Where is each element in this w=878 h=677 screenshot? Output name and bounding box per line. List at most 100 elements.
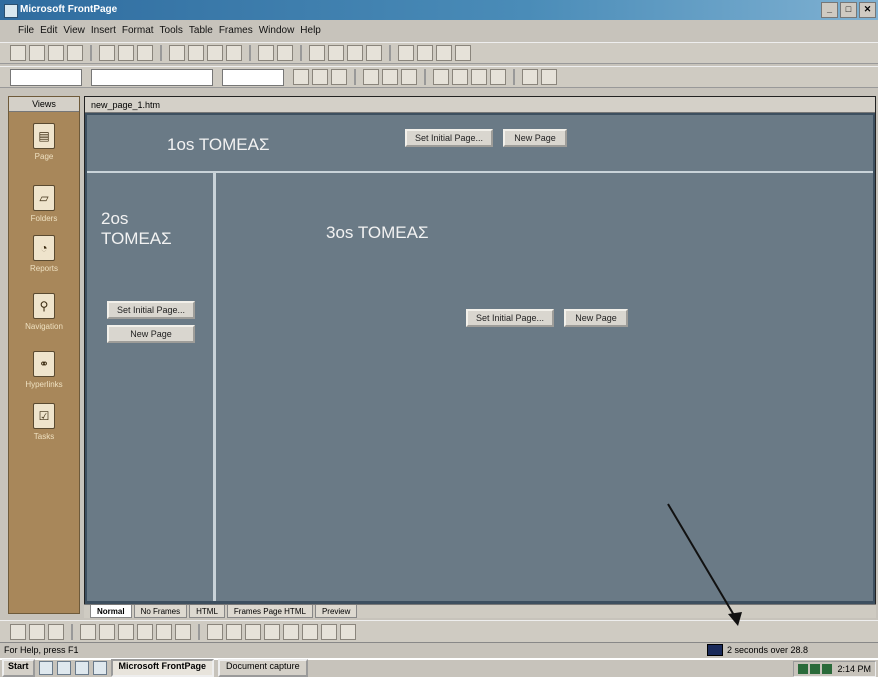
- font-color-icon[interactable]: [541, 69, 557, 85]
- format-painter-icon[interactable]: [226, 45, 242, 61]
- views-item-reports[interactable]: ◔ Reports: [9, 231, 79, 291]
- line-color-icon[interactable]: [226, 623, 242, 640]
- select-objects-icon[interactable]: [29, 623, 45, 640]
- close-button[interactable]: ✕: [859, 2, 876, 18]
- bullets-icon[interactable]: [452, 69, 468, 85]
- cut-icon[interactable]: [169, 45, 185, 61]
- quick-launch-outlook-icon[interactable]: [74, 661, 89, 675]
- insert-table-icon[interactable]: [328, 45, 344, 61]
- new-page-button[interactable]: New Page: [564, 309, 628, 327]
- rectangle-icon[interactable]: [118, 623, 134, 640]
- tray-icon[interactable]: [810, 664, 821, 674]
- tab-no-frames[interactable]: No Frames: [133, 605, 188, 618]
- views-item-navigation[interactable]: ⚲ Navigation: [9, 289, 79, 349]
- start-button[interactable]: Start: [2, 659, 35, 677]
- maximize-button[interactable]: □: [840, 2, 857, 18]
- frame-main[interactable]: 3os TOMEAΣ Set Initial Page... New Page: [216, 173, 873, 601]
- paste-icon[interactable]: [207, 45, 223, 61]
- menu-window[interactable]: Window: [259, 22, 295, 40]
- redo-icon[interactable]: [277, 45, 293, 61]
- print-icon[interactable]: [99, 45, 115, 61]
- document-tab[interactable]: new_page_1.htm: [85, 97, 875, 113]
- insert-component-icon[interactable]: [309, 45, 325, 61]
- page-view-icon: ▤: [33, 123, 55, 149]
- tray-icon[interactable]: [822, 664, 833, 674]
- font-size-dropdown[interactable]: [222, 68, 284, 86]
- numbering-icon[interactable]: [433, 69, 449, 85]
- 3d-icon[interactable]: [340, 623, 356, 640]
- menu-file[interactable]: File: [18, 22, 34, 40]
- save-icon[interactable]: [48, 45, 64, 61]
- line-style-icon[interactable]: [264, 623, 280, 640]
- arrow-icon[interactable]: [99, 623, 115, 640]
- preview-icon[interactable]: [118, 45, 134, 61]
- app-icon[interactable]: [4, 4, 18, 18]
- increase-indent-icon[interactable]: [490, 69, 506, 85]
- help-icon[interactable]: [455, 45, 471, 61]
- set-initial-page-button[interactable]: Set Initial Page...: [405, 129, 493, 147]
- bold-icon[interactable]: [293, 69, 309, 85]
- align-center-icon[interactable]: [382, 69, 398, 85]
- quick-launch-channels-icon[interactable]: [92, 661, 107, 675]
- draw-icon[interactable]: [10, 623, 26, 640]
- oval-icon[interactable]: [137, 623, 153, 640]
- tab-normal[interactable]: Normal: [90, 605, 132, 618]
- tray-icon[interactable]: [798, 664, 809, 674]
- menu-help[interactable]: Help: [300, 22, 321, 40]
- stop-icon[interactable]: [417, 45, 433, 61]
- insert-image-icon[interactable]: [347, 45, 363, 61]
- spelling-icon[interactable]: [137, 45, 153, 61]
- publish-icon[interactable]: [67, 45, 83, 61]
- new-page-button[interactable]: New Page: [503, 129, 567, 147]
- frame-top[interactable]: 1os TOMEAΣ Set Initial Page... New Page: [87, 115, 873, 173]
- tab-preview[interactable]: Preview: [314, 605, 358, 618]
- style-dropdown[interactable]: [10, 68, 82, 86]
- status-text: For Help, press F1: [4, 645, 79, 655]
- menu-insert[interactable]: Insert: [91, 22, 116, 40]
- minimize-button[interactable]: _: [821, 2, 838, 18]
- hyperlink-icon[interactable]: [366, 45, 382, 61]
- menu-frames[interactable]: Frames: [219, 22, 253, 40]
- menu-table[interactable]: Table: [189, 22, 213, 40]
- align-left-icon[interactable]: [363, 69, 379, 85]
- copy-icon[interactable]: [188, 45, 204, 61]
- align-right-icon[interactable]: [401, 69, 417, 85]
- line-icon[interactable]: [80, 623, 96, 640]
- new-page-button[interactable]: New Page: [107, 325, 195, 343]
- views-item-hyperlinks[interactable]: ⚭ Hyperlinks: [9, 347, 79, 407]
- menu-tools[interactable]: Tools: [160, 22, 183, 40]
- tab-html[interactable]: HTML: [189, 605, 225, 618]
- wordart-icon[interactable]: [175, 623, 191, 640]
- refresh-icon[interactable]: [398, 45, 414, 61]
- menu-view[interactable]: View: [63, 22, 85, 40]
- task-document-capture[interactable]: Document capture: [218, 659, 308, 677]
- tab-frames-page-html[interactable]: Frames Page HTML: [226, 605, 313, 618]
- quick-launch-ie-icon[interactable]: [56, 661, 71, 675]
- decrease-indent-icon[interactable]: [471, 69, 487, 85]
- views-item-page[interactable]: ▤ Page: [9, 119, 79, 179]
- menu-edit[interactable]: Edit: [40, 22, 57, 40]
- underline-icon[interactable]: [331, 69, 347, 85]
- task-frontpage[interactable]: Microsoft FrontPage: [110, 659, 215, 677]
- open-icon[interactable]: [29, 45, 45, 61]
- menu-format[interactable]: Format: [122, 22, 154, 40]
- autoshapes-icon[interactable]: [48, 623, 64, 640]
- italic-icon[interactable]: [312, 69, 328, 85]
- dash-style-icon[interactable]: [283, 623, 299, 640]
- font-dropdown[interactable]: [91, 68, 213, 86]
- set-initial-page-button[interactable]: Set Initial Page...: [466, 309, 554, 327]
- quick-launch-desktop-icon[interactable]: [38, 661, 53, 675]
- shadow-icon[interactable]: [321, 623, 337, 640]
- download-time-text: 2 seconds over 28.8: [726, 645, 808, 655]
- set-initial-page-button[interactable]: Set Initial Page...: [107, 301, 195, 319]
- show-all-icon[interactable]: [436, 45, 452, 61]
- font-color-icon[interactable]: [245, 623, 261, 640]
- textbox-icon[interactable]: [156, 623, 172, 640]
- views-item-tasks[interactable]: ☑ Tasks: [9, 399, 79, 459]
- fill-color-icon[interactable]: [207, 623, 223, 640]
- undo-icon[interactable]: [258, 45, 274, 61]
- new-page-icon[interactable]: [10, 45, 26, 61]
- arrow-style-icon[interactable]: [302, 623, 318, 640]
- highlight-icon[interactable]: [522, 69, 538, 85]
- frame-left[interactable]: 2os TOMEAΣ Set Initial Page... New Page: [87, 173, 216, 601]
